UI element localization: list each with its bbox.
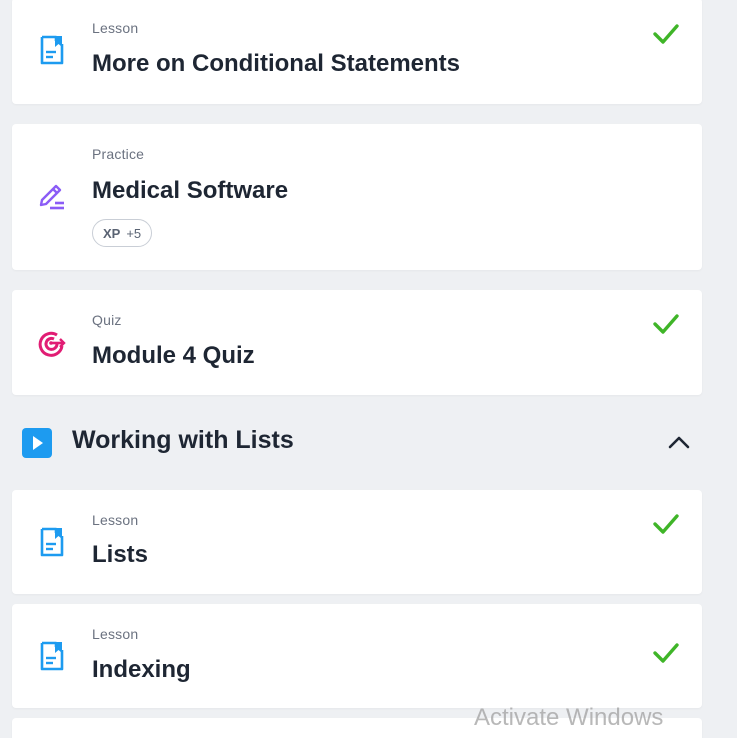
item-title: Module 4 Quiz — [92, 342, 255, 369]
section-header-working-with-lists[interactable]: Working with Lists — [12, 414, 702, 470]
completed-check-icon — [653, 643, 679, 663]
target-icon — [38, 331, 66, 357]
play-icon — [22, 428, 52, 458]
xp-label: XP — [103, 226, 121, 241]
completed-check-icon — [653, 314, 679, 334]
completed-check-icon — [653, 24, 679, 44]
item-type-label: Practice — [92, 146, 145, 162]
section-title: Working with Lists — [72, 426, 294, 454]
chevron-up-icon[interactable] — [666, 430, 692, 454]
lesson-icon — [40, 527, 64, 557]
lesson-card-lists[interactable]: Lesson Lists — [12, 490, 702, 594]
item-title: Lists — [92, 541, 149, 568]
xp-value: +5 — [126, 226, 142, 241]
item-title: Indexing — [92, 656, 191, 683]
item-title: Medical Software — [92, 177, 289, 204]
item-title: More on Conditional Statements — [92, 50, 461, 77]
item-type-label: Lesson — [92, 626, 139, 642]
quiz-card-module-4-quiz[interactable]: Quiz Module 4 Quiz — [12, 290, 702, 395]
xp-badge: XP +5 — [92, 219, 153, 247]
lesson-card-indexing[interactable]: Lesson Indexing — [12, 604, 702, 708]
course-outline: Lesson More on Conditional Statements Pr… — [0, 0, 737, 738]
item-type-label: Quiz — [92, 312, 122, 328]
lesson-icon — [40, 641, 64, 671]
completed-check-icon — [653, 514, 679, 534]
item-type-label: Lesson — [92, 512, 139, 528]
item-type-label: Lesson — [92, 20, 139, 36]
pencil-icon — [39, 184, 64, 210]
practice-card-medical-software[interactable]: Practice Medical Software XP +5 — [12, 124, 702, 270]
activate-windows-watermark: Activate Windows — [474, 704, 664, 731]
lesson-icon — [40, 35, 64, 65]
lesson-card-more-on-conditional-statements[interactable]: Lesson More on Conditional Statements — [12, 0, 702, 104]
